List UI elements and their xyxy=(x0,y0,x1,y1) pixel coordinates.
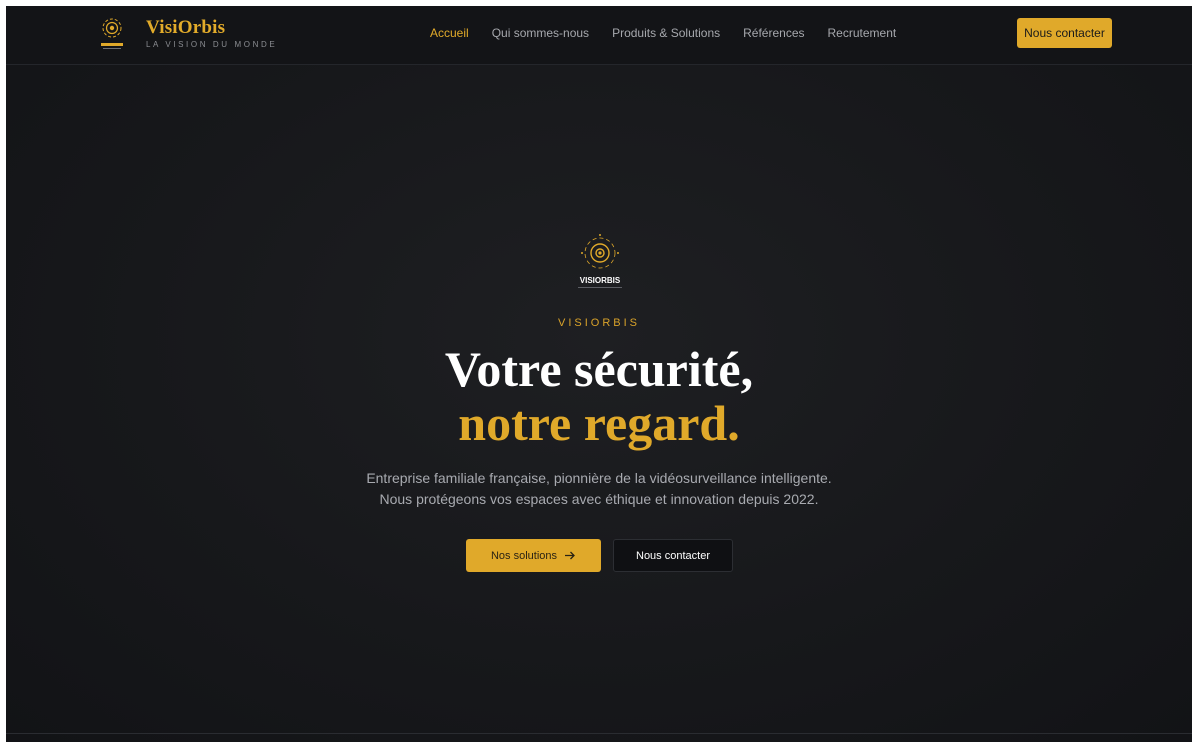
nav-item-accueil[interactable]: Accueil xyxy=(430,26,469,40)
solutions-button-label: Nos solutions xyxy=(490,549,558,562)
hero-logo-text: VISIORBIS xyxy=(580,276,621,285)
eye-target-icon xyxy=(581,234,619,269)
brand-name: VisiOrbis xyxy=(146,17,226,38)
hero-title: Votre sécurité, notre regard. xyxy=(6,342,1192,450)
main-nav: Accueil Qui sommes-nous Produits & Solut… xyxy=(430,26,919,40)
nav-item-recrutement[interactable]: Recrutement xyxy=(828,26,897,40)
site-header: VisiOrbis LA VISION DU MONDE Accueil Qui… xyxy=(6,6,1192,65)
hero-logo: VISIORBIS xyxy=(578,234,622,288)
hero-title-line2: notre regard. xyxy=(458,395,740,451)
nav-item-qui-sommes-nous[interactable]: Qui sommes-nous xyxy=(492,26,589,40)
section-divider xyxy=(6,733,1192,734)
header-contact-button[interactable]: Nous contacter xyxy=(1017,18,1112,48)
brand[interactable]: VisiOrbis LA VISION DU MONDE xyxy=(98,15,277,51)
hero-eyebrow: VISIORBIS xyxy=(557,317,641,329)
brand-tagline: LA VISION DU MONDE xyxy=(146,40,278,49)
hero-contact-button[interactable]: Nous contacter xyxy=(613,539,733,572)
nav-item-references[interactable]: Références xyxy=(743,26,804,40)
hero-description: Entreprise familiale française, pionnièr… xyxy=(366,470,832,507)
hero-title-line1: Votre sécurité, xyxy=(444,341,754,397)
eye-target-icon xyxy=(101,18,123,49)
solutions-button[interactable]: Nos solutions xyxy=(466,539,601,572)
page-frame: VisiOrbis LA VISION DU MONDE Accueil Qui… xyxy=(6,6,1192,742)
arrow-right-icon xyxy=(565,551,575,560)
nav-item-produits-solutions[interactable]: Produits & Solutions xyxy=(612,26,720,40)
hero-actions: Nos solutions Nous contacter xyxy=(466,539,733,572)
